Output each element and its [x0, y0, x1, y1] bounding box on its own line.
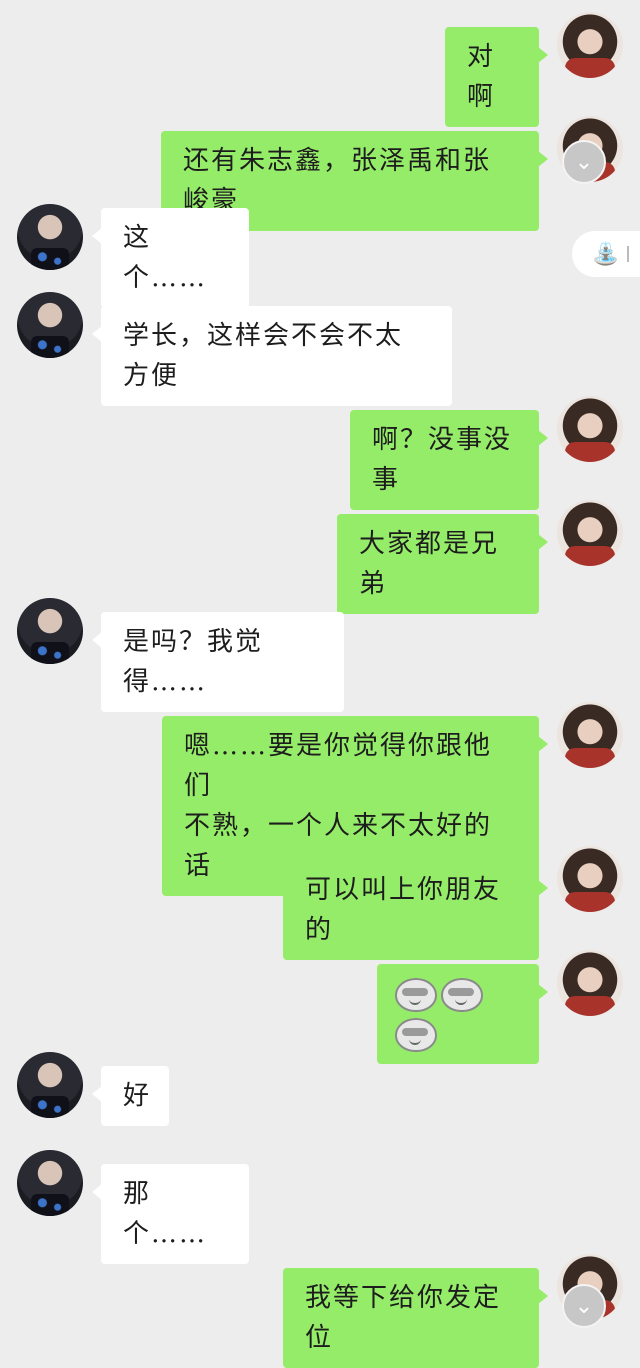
message-text-line: 嗯……要是你觉得你跟他们	[184, 731, 493, 801]
smirk-sunglasses-emoji	[441, 978, 483, 1012]
message-bubble-outgoing[interactable]: 啊？没事没事	[350, 410, 548, 510]
avatar-self[interactable]	[557, 846, 623, 912]
chevron-down-icon[interactable]: ⌄	[562, 140, 606, 184]
message-text: 好	[123, 1081, 152, 1111]
avatar-self[interactable]	[557, 702, 623, 768]
message-text: 那个……	[123, 1179, 208, 1249]
message-bubble-outgoing[interactable]: 对啊	[445, 27, 548, 127]
message-text: 对啊	[467, 42, 496, 112]
avatar-self[interactable]	[557, 12, 623, 78]
message-text: 可以叫上你朋友的	[305, 875, 502, 945]
message-text: 我等下给你发定位	[305, 1283, 502, 1353]
message-bubble-incoming[interactable]: 是吗？我觉得……	[92, 612, 344, 712]
floating-window-tab[interactable]: ⛲	[572, 231, 640, 277]
smirk-sunglasses-emoji	[395, 1018, 437, 1052]
message-bubble-incoming[interactable]: 好	[92, 1066, 169, 1126]
avatar-contact[interactable]	[17, 1150, 83, 1216]
chevron-down-icon[interactable]: ⌄	[562, 1284, 606, 1328]
message-bubble-incoming[interactable]: 学长，这样会不会不太方便	[92, 306, 452, 406]
fountain-icon: ⛲	[592, 241, 620, 267]
message-bubble-outgoing[interactable]	[377, 964, 548, 1064]
avatar-contact[interactable]	[17, 598, 83, 664]
avatar-contact[interactable]	[17, 292, 83, 358]
message-bubble-incoming[interactable]: 那个……	[92, 1164, 249, 1264]
message-text: 这个……	[123, 223, 208, 293]
message-bubble-outgoing[interactable]: 可以叫上你朋友的	[283, 860, 548, 960]
message-text: 啊？没事没事	[372, 425, 513, 495]
message-text: 是吗？我觉得……	[123, 627, 264, 697]
message-bubble-outgoing[interactable]: 我等下给你发定位	[283, 1268, 548, 1368]
message-text: 还有朱志鑫，张泽禹和张峻豪	[183, 146, 492, 216]
avatar-self[interactable]	[557, 500, 623, 566]
avatar-self[interactable]	[557, 950, 623, 1016]
avatar-self[interactable]	[557, 396, 623, 462]
tab-divider	[627, 246, 630, 262]
smirk-sunglasses-emoji	[395, 978, 437, 1012]
avatar-contact[interactable]	[17, 1052, 83, 1118]
message-text: 学长，这样会不会不太方便	[123, 321, 404, 391]
avatar-contact[interactable]	[17, 204, 83, 270]
message-bubble-outgoing[interactable]: 大家都是兄弟	[337, 514, 548, 614]
message-text: 大家都是兄弟	[359, 529, 500, 599]
message-bubble-incoming[interactable]: 这个……	[92, 208, 249, 308]
